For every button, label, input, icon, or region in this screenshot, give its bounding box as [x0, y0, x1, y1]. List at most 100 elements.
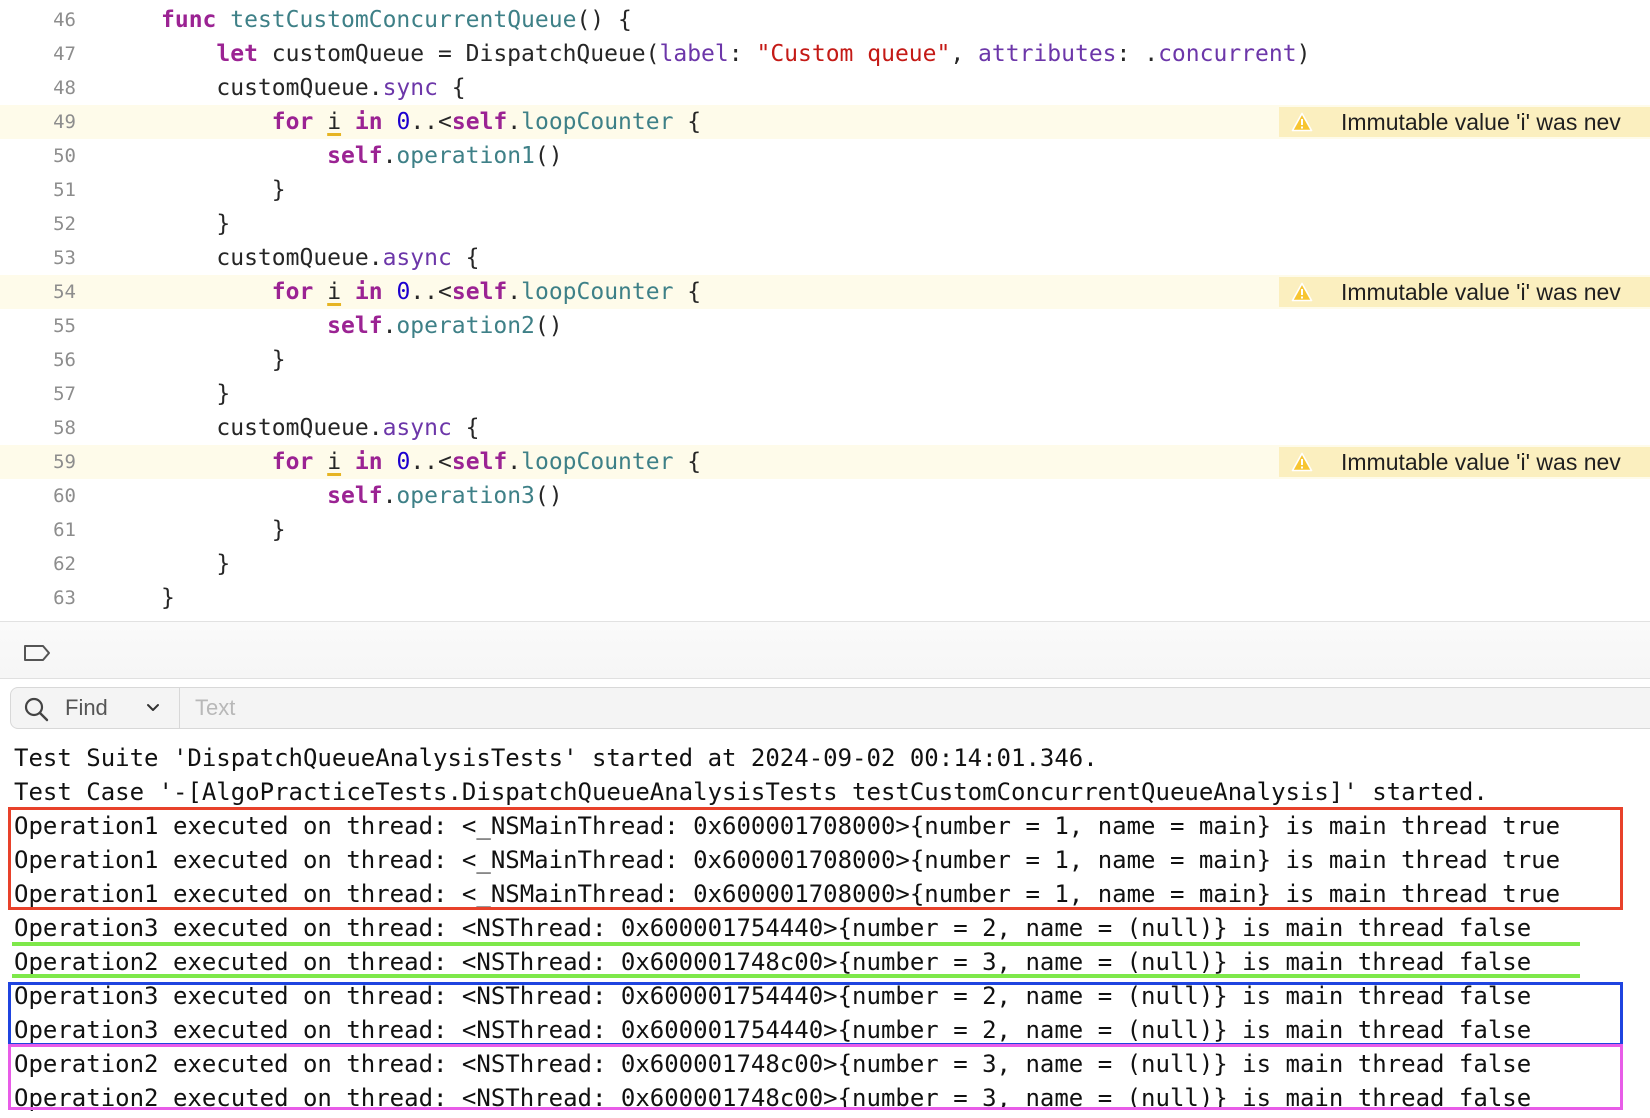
code-line[interactable]: 55 self.operation2(): [0, 309, 1650, 343]
code-token: ..<: [410, 109, 452, 135]
code-text[interactable]: }: [161, 173, 286, 207]
code-token: in: [354, 449, 383, 475]
code-token: ..<: [410, 449, 452, 475]
code-token: async: [382, 245, 452, 271]
code-text[interactable]: for i in 0..<self.loopCounter {: [161, 445, 701, 479]
line-number[interactable]: 49: [0, 105, 76, 139]
code-line[interactable]: 49 for i in 0..<self.loopCounter { Immuta…: [0, 105, 1650, 139]
line-number[interactable]: 51: [0, 173, 76, 207]
line-number[interactable]: 58: [0, 411, 76, 445]
line-number[interactable]: 55: [0, 309, 76, 343]
line-number[interactable]: 46: [0, 3, 76, 37]
code-text[interactable]: }: [161, 547, 230, 581]
code-token: ..<: [410, 279, 452, 305]
line-number[interactable]: 47: [0, 37, 76, 71]
code-line[interactable]: 61 }: [0, 513, 1650, 547]
code-token: in: [354, 109, 383, 135]
code-token: in: [354, 279, 383, 305]
code-token: sync: [382, 75, 438, 101]
code-token: for: [271, 449, 314, 475]
code-text[interactable]: self.operation3(): [161, 479, 562, 513]
code-token: }: [161, 517, 286, 543]
line-number[interactable]: 62: [0, 547, 76, 581]
code-text[interactable]: self.operation2(): [161, 309, 562, 343]
code-line[interactable]: 59 for i in 0..<self.loopCounter { Immuta…: [0, 445, 1650, 479]
code-token: i: [327, 109, 342, 135]
code-token: async: [382, 415, 452, 441]
code-text[interactable]: for i in 0..<self.loopCounter {: [161, 275, 701, 309]
code-line[interactable]: 58 customQueue.async {: [0, 411, 1650, 445]
code-token: i: [327, 279, 342, 305]
code-token: .: [507, 449, 522, 475]
debug-area-toolbar: [0, 621, 1650, 679]
code-text[interactable]: }: [161, 581, 175, 615]
code-line[interactable]: 57 }: [0, 377, 1650, 411]
code-line[interactable]: 54 for i in 0..<self.loopCounter { Immuta…: [0, 275, 1650, 309]
code-text[interactable]: }: [161, 513, 286, 547]
warning-triangle-icon: [1291, 452, 1313, 472]
find-mode-label[interactable]: Find: [65, 688, 108, 728]
code-token: {: [437, 75, 466, 101]
code-token: loopCounter: [521, 279, 674, 305]
code-text[interactable]: customQueue.sync {: [161, 71, 466, 105]
line-number[interactable]: 60: [0, 479, 76, 513]
warning-message: Immutable value 'i' was nev: [1341, 449, 1621, 475]
code-line[interactable]: 53 customQueue.async {: [0, 241, 1650, 275]
code-token: for: [271, 279, 314, 305]
code-line[interactable]: 47 let customQueue = DispatchQueue(label…: [0, 37, 1650, 71]
line-number[interactable]: 59: [0, 445, 76, 479]
find-text-input[interactable]: [183, 692, 995, 724]
code-line[interactable]: 46 func testCustomConcurrentQueue() {: [0, 3, 1650, 37]
warning-annotation[interactable]: Immutable value 'i' was nev: [1279, 107, 1650, 137]
code-text[interactable]: let customQueue = DispatchQueue(label: "…: [161, 37, 1310, 71]
chevron-down-icon[interactable]: [145, 700, 161, 716]
console-output[interactable]: Test Suite 'DispatchQueueAnalysisTests' …: [0, 741, 1650, 1118]
line-number[interactable]: 53: [0, 241, 76, 275]
code-line[interactable]: 60 self.operation3(): [0, 479, 1650, 513]
code-line[interactable]: 48 customQueue.sync {: [0, 71, 1650, 105]
code-token: ): [1296, 41, 1311, 67]
line-number[interactable]: 50: [0, 139, 76, 173]
code-editor[interactable]: 46 func testCustomConcurrentQueue() {47 l…: [0, 0, 1650, 621]
warning-annotation[interactable]: Immutable value 'i' was nev: [1279, 277, 1650, 307]
line-number[interactable]: 56: [0, 343, 76, 377]
code-text[interactable]: self.operation1(): [161, 139, 562, 173]
code-line[interactable]: 52 }: [0, 207, 1650, 241]
line-number[interactable]: 48: [0, 71, 76, 105]
code-text[interactable]: }: [161, 343, 286, 377]
warning-annotation[interactable]: Immutable value 'i' was nev: [1279, 447, 1650, 477]
line-number[interactable]: 61: [0, 513, 76, 547]
code-token: .: [382, 143, 397, 169]
highlight-box-red: [8, 807, 1623, 910]
console-line[interactable]: Operation3 executed on thread: <NSThread…: [14, 911, 1531, 945]
console-line[interactable]: Test Suite 'DispatchQueueAnalysisTests' …: [14, 741, 1098, 775]
code-line[interactable]: 62 }: [0, 547, 1650, 581]
code-line[interactable]: 56 }: [0, 343, 1650, 377]
line-number[interactable]: 54: [0, 275, 76, 309]
code-text[interactable]: customQueue.async {: [161, 411, 479, 445]
line-number[interactable]: 52: [0, 207, 76, 241]
code-token: ,: [950, 41, 979, 67]
console-line[interactable]: Test Case '-[AlgoPracticeTests.DispatchQ…: [14, 775, 1488, 809]
line-number[interactable]: 63: [0, 581, 76, 615]
tag-icon[interactable]: [22, 643, 52, 663]
code-token: {: [451, 245, 480, 271]
code-text[interactable]: func testCustomConcurrentQueue() {: [161, 3, 632, 37]
code-text[interactable]: }: [161, 377, 230, 411]
code-line[interactable]: 51 }: [0, 173, 1650, 207]
find-bar: Find: [10, 687, 1650, 729]
code-line[interactable]: 50 self.operation1(): [0, 139, 1650, 173]
line-number[interactable]: 57: [0, 377, 76, 411]
code-line[interactable]: 63}: [0, 581, 1650, 615]
code-text[interactable]: customQueue.async {: [161, 241, 480, 275]
code-text[interactable]: }: [161, 207, 230, 241]
code-text[interactable]: for i in 0..<self.loopCounter {: [161, 105, 701, 139]
